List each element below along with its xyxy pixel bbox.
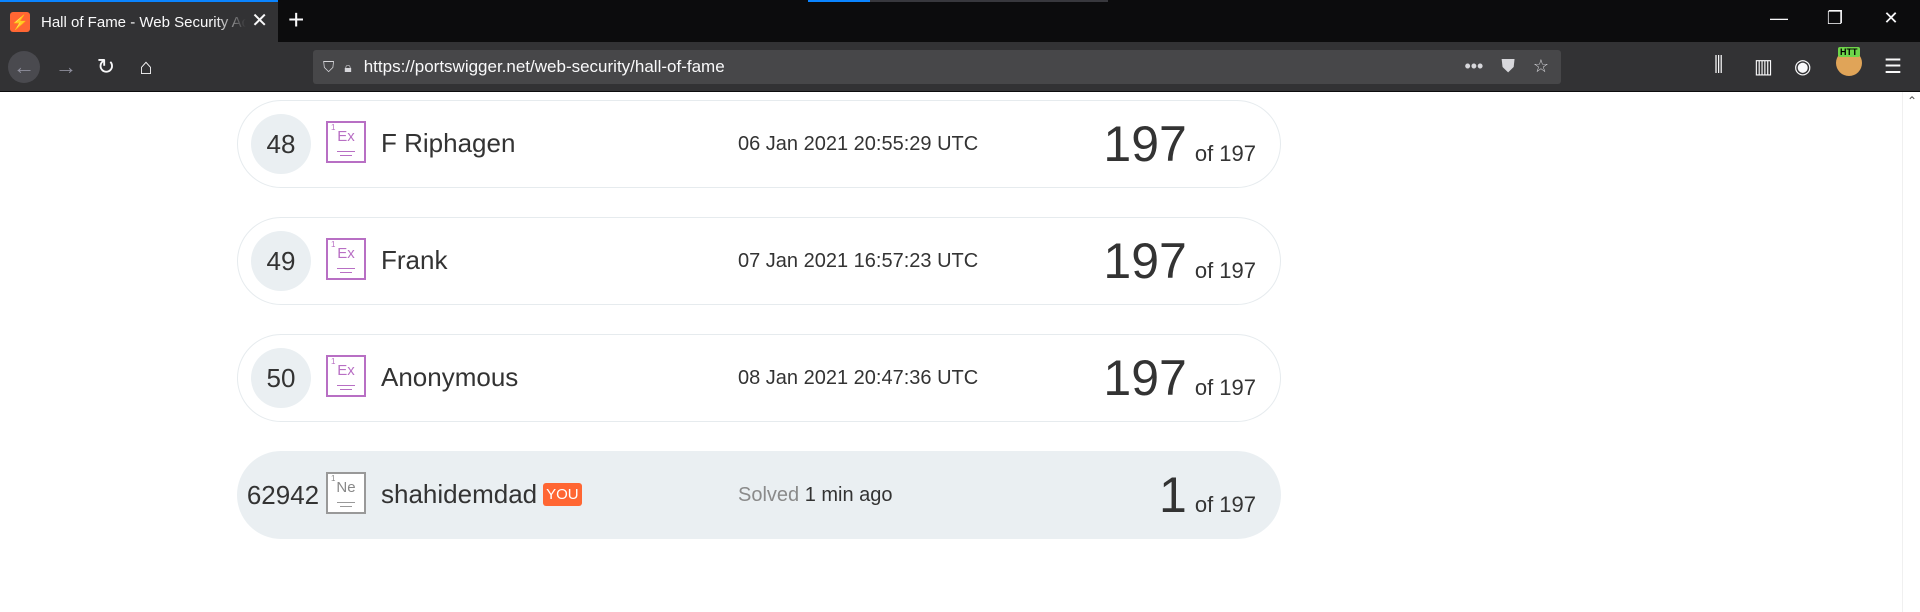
solved-score: 197 of 197 [1103, 115, 1256, 173]
solved-prefix: Solved [738, 484, 800, 506]
vertical-scrollbar[interactable]: ⌃ [1902, 92, 1920, 612]
leaderboard-row: 48 1 Ex F Riphagen 06 Jan 2021 20:55:29 … [237, 100, 1281, 188]
expert-level-icon: 1 Ex [326, 355, 366, 397]
window-close-icon[interactable]: ✕ [1876, 8, 1906, 29]
portswigger-favicon-icon: ⚡ [10, 12, 30, 32]
url-text[interactable]: https://portswigger.net/web-security/hal… [364, 57, 725, 77]
rank-number: 48 [251, 114, 311, 174]
you-badge: YOU [543, 483, 582, 506]
tab-loading-bar [808, 0, 1108, 2]
solved-total: of 197 [1194, 375, 1256, 400]
solved-total: of 197 [1194, 258, 1256, 283]
leaderboard-row: 49 1 Ex Frank 07 Jan 2021 16:57:23 UTC 1… [237, 217, 1281, 305]
solved-total: of 197 [1194, 141, 1256, 166]
address-bar[interactable]: ⛉ 🔒︎ https://portswigger.net/web-securit… [313, 50, 1561, 84]
page-actions-icon[interactable]: ••• [1464, 56, 1483, 77]
tracking-shield-icon[interactable]: ⛉ [323, 59, 334, 76]
scroll-up-arrow-icon[interactable]: ⌃ [1907, 94, 1917, 108]
solved-score: 197 of 197 [1103, 349, 1256, 407]
extension-label: HTT [1838, 47, 1860, 57]
user-name: shahidemdad YOU [381, 479, 582, 510]
completion-time: 08 Jan 2021 20:47:36 UTC [738, 367, 979, 389]
completion-time: 06 Jan 2021 20:55:29 UTC [738, 133, 979, 155]
account-icon[interactable]: ◉ [1794, 54, 1811, 79]
solved-count: 1 [1159, 467, 1187, 523]
extension-icon[interactable]: HTT [1836, 47, 1862, 76]
user-name: Anonymous [381, 362, 519, 392]
restore-icon[interactable]: ❐ [1820, 8, 1850, 29]
minimize-icon[interactable]: — [1764, 8, 1794, 29]
solved-score: 1 of 197 [1159, 466, 1256, 524]
solved-score: 197 of 197 [1103, 232, 1256, 290]
expert-level-icon: 1 Ex [326, 238, 366, 280]
close-tab-icon[interactable]: ✕ [251, 11, 268, 31]
completion-time: Solved 1 min ago [738, 484, 893, 507]
menu-icon[interactable]: ☰ [1884, 54, 1902, 79]
leaderboard-row: 50 1 Ex Anonymous 08 Jan 2021 20:47:36 U… [237, 334, 1281, 422]
home-icon[interactable]: ⌂ [130, 51, 162, 83]
user-name: F Riphagen [381, 128, 516, 158]
tab-title: Hall of Fame - Web Security Academy [41, 13, 246, 31]
hall-of-fame-page: 48 1 Ex F Riphagen 06 Jan 2021 20:55:29 … [0, 92, 1902, 612]
browser-titlebar: ⚡ Hall of Fame - Web Security Academy ✕ … [0, 0, 1920, 42]
solved-ago: 1 min ago [804, 484, 893, 506]
solved-count: 197 [1103, 233, 1187, 289]
user-name-text: shahidemdad [381, 479, 538, 509]
reload-icon[interactable]: ↻ [90, 51, 122, 83]
current-user-row: 62942 1 Ne shahidemdad YOU Solved 1 min a… [237, 451, 1281, 539]
solved-count: 197 [1103, 116, 1187, 172]
lock-icon[interactable]: 🔒︎ [344, 59, 351, 76]
new-tab-icon[interactable]: + [288, 5, 304, 35]
expert-level-icon: 1 Ex [326, 121, 366, 163]
browser-toolbar: ← → ↻ ⌂ ⛉ 🔒︎ https://portswigger.net/web… [0, 42, 1920, 92]
rank-number: 50 [251, 348, 311, 408]
solved-total: of 197 [1194, 492, 1256, 517]
forward-arrow-icon[interactable]: → [50, 51, 82, 83]
solved-count: 197 [1103, 350, 1187, 406]
back-arrow-icon[interactable]: ← [8, 51, 40, 83]
bookmark-star-icon[interactable]: ☆ [1533, 56, 1549, 77]
browser-tab-active[interactable]: ⚡ Hall of Fame - Web Security Academy ✕ [0, 0, 278, 42]
rank-number: 62942 [246, 479, 320, 510]
library-icon[interactable]: ⫼ [1714, 54, 1723, 77]
rank-number: 49 [251, 231, 311, 291]
newcomer-level-icon: 1 Ne [326, 472, 366, 514]
completion-time: 07 Jan 2021 16:57:23 UTC [738, 250, 979, 272]
sidebar-icon[interactable]: ▥ [1754, 54, 1773, 79]
user-name: Frank [381, 245, 448, 275]
pocket-icon[interactable]: ⛊ [1501, 56, 1515, 77]
